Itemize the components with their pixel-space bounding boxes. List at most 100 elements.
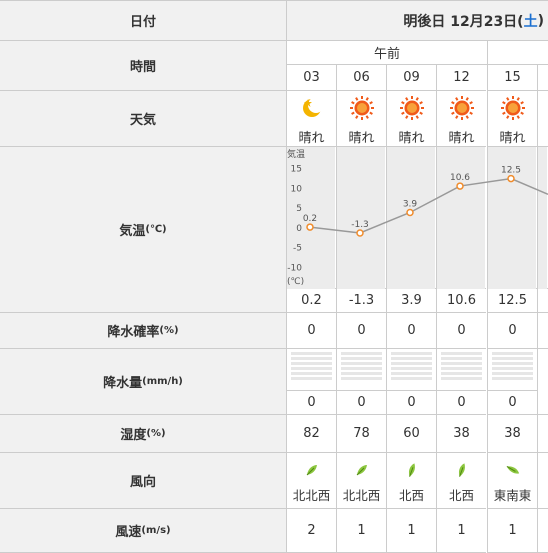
wind-dir-cell: 北北西 — [336, 453, 386, 509]
wind-speed-value: 2 — [286, 509, 336, 553]
wind-speed-unit: (m/s) — [141, 525, 171, 536]
date-label: 日付 — [0, 1, 286, 41]
precip-unit: (mm/h) — [142, 376, 183, 387]
precip-value: 0 — [436, 391, 486, 415]
temp-value: 12.5 — [487, 289, 537, 313]
wind-dir-text: 北北西 — [342, 488, 381, 503]
humidity-value: 78 — [336, 415, 386, 453]
partial-column-cell — [537, 415, 548, 453]
partial-column-cell — [537, 349, 548, 415]
chart-ytick-label: 15 — [291, 165, 302, 175]
precip-gridline — [492, 372, 533, 375]
precip-gridline — [341, 357, 382, 360]
wind-dir-label-text: 風向 — [129, 475, 156, 490]
pop-label-text: 降水確率 — [107, 325, 160, 340]
wind-dir-text: 北西 — [448, 488, 474, 503]
partial-column-cell — [537, 313, 548, 349]
partial-column-cell — [537, 453, 548, 509]
partial-column-cell — [537, 289, 548, 313]
temp-point — [456, 182, 464, 190]
precip-label: 降水量 (mm/h) — [0, 349, 286, 415]
wind-dir-cell: 北西 — [386, 453, 436, 509]
hour-cell: 06 — [336, 65, 386, 91]
sun-icon — [399, 95, 425, 125]
day-of-week: 土 — [523, 13, 538, 30]
temperature-chart: 気温 (℃) 15 10 5 0 -5 -10 0.2 -1.3 3.9 10.6 12.5 — [287, 147, 548, 289]
precip-gridline — [441, 367, 482, 370]
wind-arrow-icon — [506, 463, 520, 481]
wind-dir-cell: 北北西 — [286, 453, 336, 509]
weather-cell: 晴れ — [286, 91, 336, 147]
temp-label: 気温 (℃) — [0, 147, 286, 313]
chart-ytick-label: -5 — [293, 244, 302, 254]
time-label-text: 時間 — [129, 60, 156, 75]
wind-arrow-icon — [455, 463, 469, 481]
wind-speed-value: 1 — [436, 509, 486, 553]
humidity-label: 湿度 (%) — [0, 415, 286, 453]
wind-dir-text: 東南東 — [493, 488, 532, 503]
precip-gridline — [391, 367, 432, 370]
wind-dir-text: 北北西 — [292, 488, 331, 503]
precip-gridline — [341, 367, 382, 370]
chart-ylabel-top: 気温 — [287, 148, 305, 160]
weather-cell: 晴れ — [386, 91, 436, 147]
sun-icon — [349, 95, 375, 125]
precip-gridline — [341, 362, 382, 365]
precip-gridline — [441, 372, 482, 375]
wind-speed-label: 風速 (m/s) — [0, 509, 286, 553]
hour-cell: 15 — [487, 65, 537, 91]
weather-cell: 晴れ — [436, 91, 486, 147]
precip-gridline — [391, 372, 432, 375]
temp-value: 3.9 — [386, 289, 436, 313]
pop-unit: (%) — [159, 325, 179, 336]
precip-bar-area — [487, 349, 537, 391]
pop-value: 0 — [336, 313, 386, 349]
chart-column-bg — [337, 147, 385, 289]
precip-gridline — [492, 367, 533, 370]
wind-arrow-icon — [355, 463, 369, 481]
date-header: 明後日 12月23日(土) — [286, 1, 548, 41]
temp-value: 10.6 — [436, 289, 486, 313]
temp-data-label: 0.2 — [303, 214, 317, 224]
precip-bar-area — [336, 349, 386, 391]
sun-icon — [449, 95, 475, 125]
temp-point — [507, 174, 515, 183]
humidity-value: 38 — [436, 415, 486, 453]
wind-arrow-icon — [305, 463, 319, 481]
pop-value: 0 — [487, 313, 537, 349]
precip-label-text: 降水量 — [103, 376, 143, 391]
precip-gridline — [391, 362, 432, 365]
chart-column-bg — [538, 147, 547, 289]
wind-speed-value: 1 — [487, 509, 537, 553]
precip-gridline — [291, 362, 332, 365]
weather-table: 日付 明後日 12月23日(土) 時間 午前 天気 気温 (℃) 降水確率 (%) … — [0, 0, 548, 553]
weather-cell: 晴れ — [336, 91, 386, 147]
humidity-value: 82 — [286, 415, 336, 453]
temp-point — [356, 229, 364, 237]
moon-icon — [299, 95, 325, 125]
precip-gridline — [391, 357, 432, 360]
precip-gridline — [291, 372, 332, 375]
temp-value: 0.2 — [286, 289, 336, 313]
temp-point — [406, 208, 414, 217]
humidity-unit: (%) — [146, 428, 166, 439]
precip-bar-area — [436, 349, 486, 391]
date-label-text: 日付 — [129, 15, 156, 30]
temp-data-label: -1.3 — [351, 220, 369, 230]
temp-data-label: 3.9 — [403, 199, 418, 209]
wind-speed-label-text: 風速 — [115, 525, 142, 540]
precip-value: 0 — [386, 391, 436, 415]
partial-column-cell — [537, 65, 548, 91]
period-label: 午前 — [286, 41, 487, 65]
precip-gridline — [391, 377, 432, 380]
precip-gridline — [441, 357, 482, 360]
sun-icon — [500, 95, 526, 125]
precip-gridline — [291, 352, 332, 355]
precip-gridline — [441, 352, 482, 355]
partial-column-cell — [537, 91, 548, 147]
temp-point — [306, 223, 314, 231]
humidity-label-text: 湿度 — [120, 428, 147, 443]
weather-text: 晴れ — [448, 131, 475, 146]
precip-gridline — [492, 377, 533, 380]
wind-dir-cell: 北西 — [436, 453, 486, 509]
